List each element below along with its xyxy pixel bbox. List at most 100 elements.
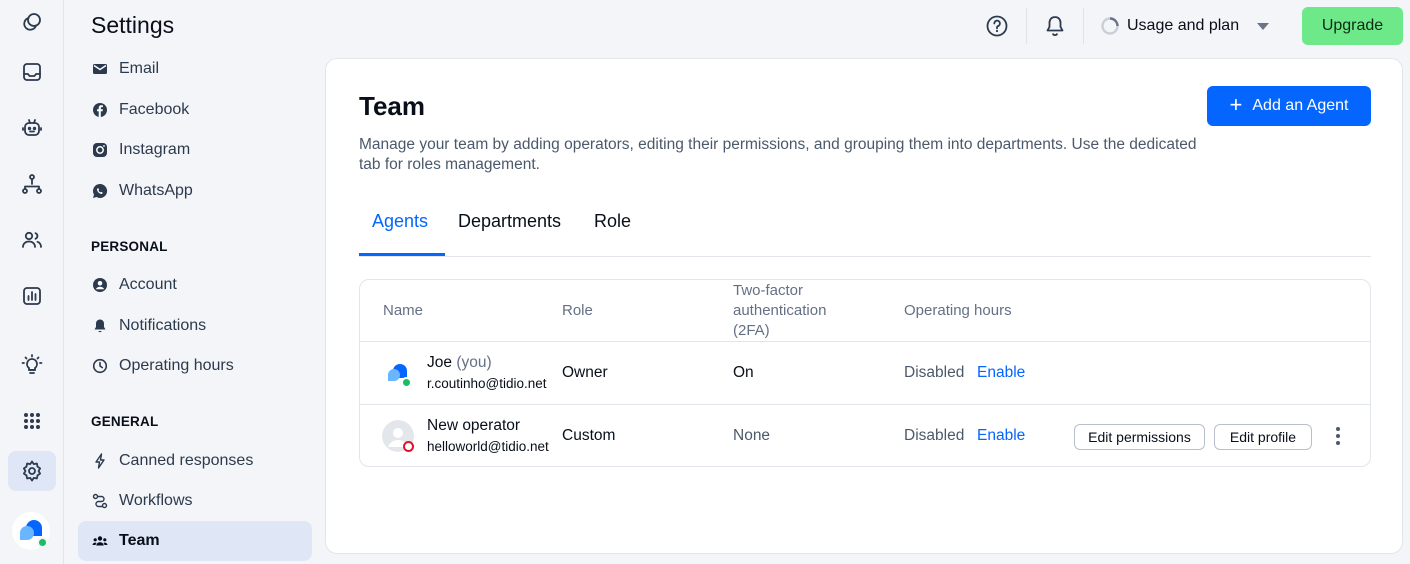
bell-icon <box>1046 16 1064 36</box>
help-icon <box>986 15 1008 37</box>
rail-contacts-button[interactable] <box>8 220 56 260</box>
column-header-2fa-line: Two-factor <box>733 282 804 299</box>
column-header-role: Role <box>562 302 593 319</box>
gear-icon <box>23 460 41 482</box>
edit-profile-button[interactable]: Edit profile <box>1214 424 1312 450</box>
agent-2fa: None <box>733 427 771 444</box>
lightning-icon <box>92 453 108 469</box>
active-tab-indicator <box>359 253 445 256</box>
facebook-icon <box>92 102 108 118</box>
grid-dots-icon <box>24 413 40 429</box>
sidebar-item-workflows[interactable]: Workflows <box>78 481 312 521</box>
online-status-dot <box>401 377 412 388</box>
you-suffix: (you) <box>456 354 492 371</box>
agent-email: helloworld@tidio.net <box>427 439 549 454</box>
section-heading-general: GENERAL <box>91 414 159 429</box>
offline-status-dot <box>403 441 414 452</box>
sidebar-item-notifications[interactable]: Notifications <box>78 306 312 346</box>
sidebar-item-canned-responses[interactable]: Canned responses <box>78 441 312 481</box>
settings-sidebar: Settings Email Facebook Instagram WhatsA… <box>64 0 324 564</box>
agent-name: New operator <box>427 417 521 434</box>
table-row: Joe (you) r.coutinho@tidio.net Owner On … <box>360 341 1370 404</box>
chevron-down-icon <box>1257 22 1270 30</box>
agent-email: r.coutinho@tidio.net <box>427 376 547 391</box>
whatsapp-icon <box>92 183 108 199</box>
usage-label: Usage and plan <box>1127 17 1240 34</box>
clock-icon <box>92 358 108 374</box>
sidebar-item-label: Operating hours <box>119 357 234 374</box>
section-heading-personal: PERSONAL <box>91 239 168 254</box>
notifications-button[interactable] <box>1043 14 1067 38</box>
sidebar-item-email[interactable]: Email <box>78 49 312 89</box>
help-button[interactable] <box>985 14 1009 38</box>
user-avatar[interactable] <box>12 512 50 550</box>
tab-departments[interactable]: Departments <box>458 211 561 257</box>
rail-flows-button[interactable] <box>8 164 56 204</box>
rail-settings-button[interactable] <box>8 451 56 491</box>
page-title: Team <box>359 91 425 121</box>
rail-bot-button[interactable] <box>8 108 56 148</box>
team-tabs: Agents Departments Role <box>359 201 1371 257</box>
sidebar-item-label: Workflows <box>119 492 193 509</box>
usage-and-plan-dropdown[interactable]: Usage and plan <box>1100 14 1270 38</box>
rail-home-button[interactable] <box>8 2 56 42</box>
column-header-name: Name <box>383 302 424 319</box>
sidebar-item-label: Account <box>119 276 177 293</box>
operating-hours-status: Disabled <box>904 427 965 444</box>
online-status-dot <box>37 537 48 548</box>
inbox-icon <box>23 63 41 81</box>
email-icon <box>92 61 108 77</box>
team-icon <box>92 533 108 549</box>
agent-name-text: Joe <box>427 354 452 371</box>
more-options-icon[interactable] <box>1330 424 1346 448</box>
sidebar-item-label: Canned responses <box>119 452 254 469</box>
sidebar-item-label: Notifications <box>119 317 207 334</box>
sidebar-item-label: Team <box>119 532 160 549</box>
rail-analytics-button[interactable] <box>8 276 56 316</box>
hierarchy-icon <box>22 174 42 194</box>
account-icon <box>92 277 108 293</box>
enable-hours-link[interactable]: Enable <box>977 364 1025 382</box>
table-row: New operator helloworld@tidio.net Custom… <box>360 404 1370 466</box>
sidebar-item-team[interactable]: Team <box>78 521 312 561</box>
edit-permissions-button[interactable]: Edit permissions <box>1074 424 1205 450</box>
sidebar-item-account[interactable]: Account <box>78 265 312 305</box>
add-agent-button[interactable]: + Add an Agent <box>1207 86 1371 126</box>
icon-rail <box>0 0 64 564</box>
agent-name: Joe (you) <box>427 354 492 372</box>
sidebar-item-operating-hours[interactable]: Operating hours <box>78 346 312 386</box>
operating-hours-status: Disabled <box>904 364 965 381</box>
team-card: Team Manage your team by adding operator… <box>325 58 1403 554</box>
rail-apps-button[interactable] <box>8 401 56 441</box>
sidebar-item-label: Email <box>119 60 160 77</box>
sidebar-item-label: Facebook <box>119 101 190 118</box>
chart-icon <box>23 287 41 305</box>
loading-ring-icon <box>1101 17 1119 35</box>
sidebar-title: Settings <box>91 12 175 38</box>
topbar-divider <box>1083 8 1084 44</box>
column-header-2fa-line: authentication <box>733 302 827 319</box>
column-header-operating-hours: Operating hours <box>904 302 1012 319</box>
instagram-icon <box>92 142 108 158</box>
add-agent-label: Add an Agent <box>1252 97 1349 114</box>
topbar-divider <box>1026 8 1027 44</box>
enable-hours-link[interactable]: Enable <box>977 427 1025 445</box>
sidebar-item-whatsapp[interactable]: WhatsApp <box>78 171 312 211</box>
agent-2fa: On <box>733 364 754 381</box>
bot-icon <box>22 119 42 136</box>
sidebar-item-instagram[interactable]: Instagram <box>78 130 312 170</box>
page-description: Manage your team by adding operators, ed… <box>359 136 1197 173</box>
rail-ideas-button[interactable] <box>8 345 56 385</box>
sidebar-item-facebook[interactable]: Facebook <box>78 90 312 130</box>
tab-agents[interactable]: Agents <box>372 211 428 257</box>
overlapping-circles-icon <box>23 13 41 31</box>
upgrade-button[interactable]: Upgrade <box>1302 7 1403 45</box>
bell-icon <box>92 318 108 334</box>
people-icon <box>22 231 42 248</box>
sidebar-item-label: Instagram <box>119 141 191 158</box>
sidebar-item-label: WhatsApp <box>119 182 193 199</box>
agents-table: Name Role Two-factor authentication (2FA… <box>359 279 1371 467</box>
tab-role[interactable]: Role <box>594 211 631 257</box>
rail-inbox-button[interactable] <box>8 52 56 92</box>
lightbulb-icon <box>21 354 43 374</box>
